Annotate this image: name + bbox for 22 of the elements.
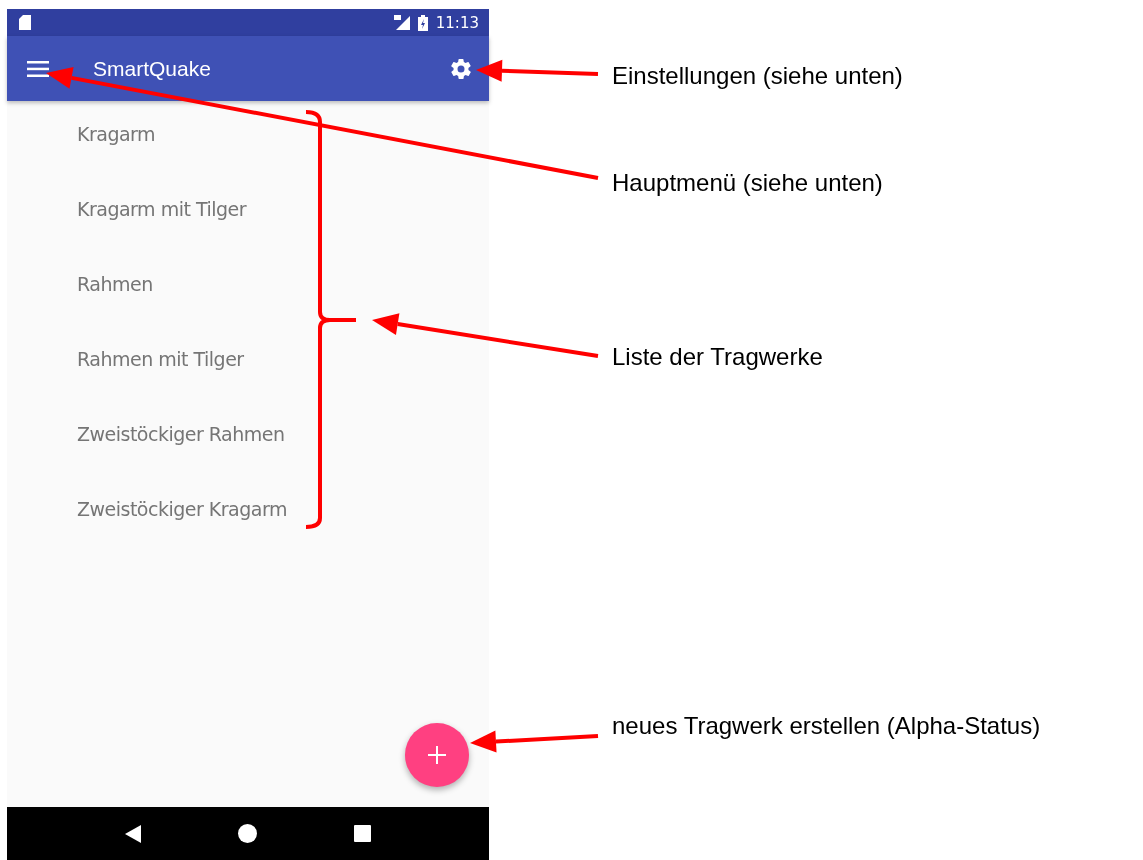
annotation-label: neues Tragwerk erstellen (Alpha-Status) (612, 712, 1041, 740)
structure-list-item[interactable]: Kragarm (7, 123, 489, 198)
annotation-label: Liste der Tragwerke (612, 343, 823, 371)
settings-icon[interactable] (449, 56, 473, 81)
structure-list-item[interactable]: Rahmen mit Tilger (7, 348, 489, 423)
structure-list-item[interactable]: Zweistöckiger Rahmen (7, 423, 489, 498)
structure-list-item[interactable]: Rahmen (7, 273, 489, 348)
add-button[interactable] (405, 723, 469, 787)
menu-icon[interactable] (27, 60, 49, 77)
sd-card-icon (19, 15, 31, 30)
recents-icon[interactable] (353, 825, 371, 842)
battery-icon (417, 14, 428, 31)
structure-list-item[interactable]: Kragarm mit Tilger (7, 198, 489, 273)
annotation-label: Einstellungen (siehe unten) (612, 62, 903, 90)
back-icon[interactable] (125, 824, 142, 843)
structure-list-item[interactable]: Zweistöckiger Kragarm (7, 498, 489, 573)
clock: 11:13 (435, 13, 479, 32)
annotation-label: Hauptmenü (siehe unten) (612, 169, 883, 197)
app-title: SmartQuake (93, 56, 211, 81)
home-icon[interactable] (238, 824, 257, 843)
signal-icon (393, 15, 410, 30)
plus-icon (428, 746, 446, 764)
